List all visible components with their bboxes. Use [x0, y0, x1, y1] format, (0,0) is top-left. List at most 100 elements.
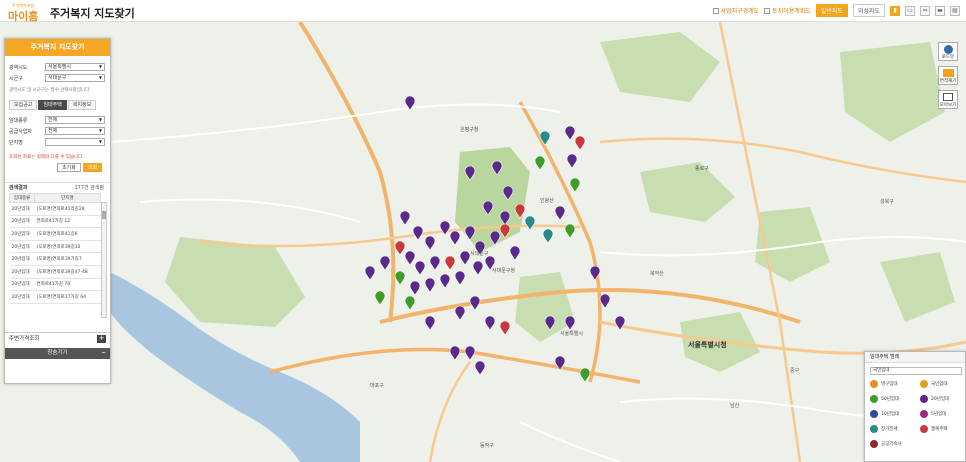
checkbox-icon[interactable] [712, 7, 719, 14]
reset-button[interactable]: 초기화 [57, 163, 81, 172]
rental-marker[interactable] [499, 320, 511, 336]
land-use-toggle[interactable]: 토지이용계획도 [764, 6, 811, 15]
print-icon[interactable]: ▮ [890, 5, 900, 16]
rental-marker[interactable] [554, 205, 566, 221]
rental-marker[interactable] [449, 230, 461, 246]
rental-marker[interactable] [472, 260, 484, 276]
roadview-button[interactable]: 로드뷰 [938, 42, 958, 61]
scrollbar-thumb[interactable] [102, 211, 106, 219]
cell-name: (도로명)연희로41길6 [34, 227, 101, 241]
markers-layer[interactable] [364, 95, 626, 383]
provider-select[interactable]: 전체 [45, 127, 105, 135]
satellite-map-button[interactable]: 위성지도 [852, 4, 885, 17]
fullscreen-icon[interactable]: ▬ [935, 5, 945, 16]
rental-marker[interactable] [414, 260, 426, 276]
region-select[interactable]: 서울특별시 [45, 63, 105, 71]
rental-marker[interactable] [509, 245, 521, 261]
cell-name: (도로명)연희로39길30 [34, 240, 101, 254]
logo[interactable]: 주거복지포털 마이홈 [8, 3, 46, 23]
rental-marker[interactable] [569, 177, 581, 193]
map-label: 서울특별시청 [688, 341, 727, 349]
rental-marker[interactable] [412, 225, 424, 241]
column-header-type: 임대종류 [9, 193, 35, 203]
rental-marker[interactable] [394, 240, 406, 256]
results-header: 검색결과 177건 검색됨 [5, 182, 110, 192]
cell-type: 20년임대 [9, 240, 35, 254]
table-row[interactable]: 20년임대 연희로41가길 12 [9, 215, 101, 229]
rental-marker[interactable] [524, 215, 536, 231]
hide-panel-button[interactable]: 창숨기기 − [5, 348, 110, 359]
map-canvas[interactable]: 은평구청 서대문구 서대문구청 종로구 성북구 서울특별시청 마포구 중구 동작… [0, 22, 966, 462]
rental-marker[interactable] [439, 220, 451, 236]
rental-marker[interactable] [566, 153, 578, 169]
table-row[interactable]: 20년임대 연희로41가길 78 [9, 278, 101, 292]
rental-marker[interactable] [374, 290, 386, 306]
collect-view-button[interactable]: 모아보기 [938, 90, 958, 109]
expand-icon[interactable]: + [97, 335, 106, 343]
rental-marker[interactable] [459, 250, 471, 266]
collapse-icon[interactable]: − [101, 348, 106, 359]
table-row[interactable]: 20년임대 (도로명)연희로41라길28 [9, 202, 101, 216]
rental-marker[interactable] [534, 155, 546, 171]
rental-marker[interactable] [424, 315, 436, 331]
minimap-icon[interactable]: ▭ [905, 5, 915, 16]
rental-marker[interactable] [454, 270, 466, 286]
cell-name: (도로명)연희로41라길28 [34, 202, 101, 216]
measure-area-button[interactable]: 면적재기 [938, 66, 958, 85]
map-label: 중구 [790, 368, 800, 374]
complex-name-input[interactable] [45, 138, 105, 146]
rental-marker[interactable] [429, 255, 441, 271]
table-row[interactable]: 20년임대 (도로명)연희로39길47-48 [9, 265, 101, 279]
park-area [755, 207, 830, 282]
park-area [165, 237, 305, 327]
results-count: 177건 검색됨 [74, 185, 104, 191]
rental-type-select[interactable]: 전체 [45, 116, 105, 124]
required-note: 광역시도 및 시군구는 필수 선택사항입니다. [9, 88, 91, 93]
business-district-toggle[interactable]: 사업지구경계도 [712, 6, 759, 15]
nearby-price-section[interactable]: 주변가격조회 + [5, 332, 110, 344]
legend-item: 10년임대 [870, 410, 899, 418]
legend-select[interactable]: 국민임대 [870, 367, 962, 375]
rental-marker[interactable] [449, 345, 461, 361]
rental-marker[interactable] [404, 250, 416, 266]
rental-marker[interactable] [564, 223, 576, 239]
rental-marker[interactable] [394, 270, 406, 286]
legend-label: 20년임대 [931, 397, 950, 402]
layers-icon[interactable]: ▤ [950, 5, 960, 16]
rental-marker[interactable] [424, 277, 436, 293]
rental-marker[interactable] [439, 273, 451, 289]
district-select[interactable]: 서대문구 [45, 74, 105, 82]
search-button[interactable]: 조회 [83, 163, 103, 172]
rental-marker[interactable] [469, 295, 481, 311]
rental-marker[interactable] [574, 135, 586, 151]
provider-label: 공급사업자 [9, 129, 33, 135]
rental-marker[interactable] [444, 255, 456, 271]
column-header-name: 단지명 [33, 193, 102, 203]
results-scrollbar[interactable] [101, 202, 107, 318]
rental-marker[interactable] [464, 345, 476, 361]
rental-marker[interactable] [399, 210, 411, 226]
normal-map-button[interactable]: 일반지도 [815, 4, 848, 17]
rental-marker[interactable] [564, 315, 576, 331]
legend-item: 장기전세 [870, 425, 898, 433]
tab-announcements[interactable]: 모집공고 [9, 100, 38, 110]
table-row[interactable]: 20년임대 (도로명)연희로39가길7 [9, 252, 101, 266]
tab-rental-housing[interactable]: 임대주택 [38, 100, 67, 110]
checkbox-icon[interactable] [764, 7, 771, 14]
table-row[interactable]: 20년임대 (도로명)연희로17가길 64 [9, 290, 101, 304]
rental-marker[interactable] [454, 305, 466, 321]
rental-marker[interactable] [409, 280, 421, 296]
table-row[interactable]: 20년임대 (도로명)연희로39길30 [9, 240, 101, 254]
tab-welfare-info[interactable]: 복지정보 [67, 100, 97, 110]
rental-marker[interactable] [379, 255, 391, 271]
rental-marker[interactable] [564, 125, 576, 141]
rental-marker[interactable] [579, 367, 591, 383]
rental-marker[interactable] [364, 265, 376, 281]
rental-marker[interactable] [424, 235, 436, 251]
rental-marker[interactable] [404, 295, 416, 311]
resize-icon[interactable]: ⇔ [920, 5, 930, 16]
table-row[interactable]: 20년임대 (도로명)연희로41길6 [9, 227, 101, 241]
rental-marker[interactable] [484, 315, 496, 331]
rental-marker[interactable] [542, 228, 554, 244]
rental-marker[interactable] [474, 360, 486, 376]
